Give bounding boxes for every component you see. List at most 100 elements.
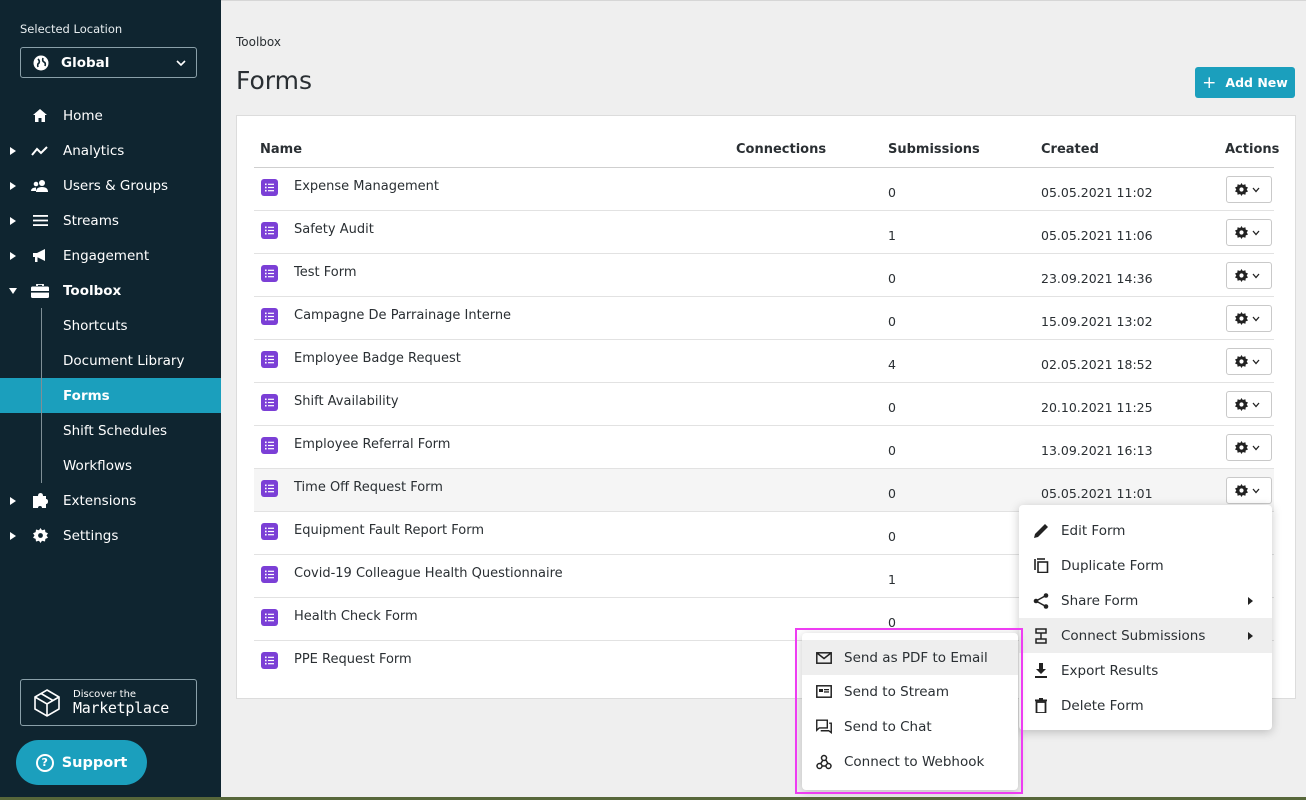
- menu-item-label: Export Results: [1061, 662, 1159, 679]
- menu-item-export-results[interactable]: Export Results: [1019, 653, 1272, 688]
- toolbox-icon: [31, 283, 49, 299]
- sidebar-item-label: Toolbox: [63, 282, 122, 299]
- actions-dropdown-button[interactable]: [1226, 348, 1272, 375]
- actions-dropdown-button[interactable]: [1226, 477, 1272, 504]
- table-row[interactable]: Campagne De Parrainage Interne 0 15.09.202…: [254, 297, 1274, 340]
- plus-icon: +: [1202, 72, 1217, 93]
- column-header-submissions[interactable]: Submissions: [888, 142, 980, 157]
- chevron-down-icon: [1252, 445, 1259, 450]
- submissions-count: 0: [888, 529, 896, 544]
- submissions-count: 0: [888, 486, 896, 501]
- cube-icon: [34, 688, 60, 717]
- column-header-name[interactable]: Name: [260, 142, 302, 157]
- sidebar-subitem-shift-schedules[interactable]: Shift Schedules: [0, 413, 221, 448]
- sidebar-item-home[interactable]: Home: [0, 98, 221, 133]
- form-name[interactable]: Safety Audit: [294, 222, 374, 237]
- menu-item-edit-form[interactable]: Edit Form: [1019, 513, 1272, 548]
- help-icon: ?: [35, 753, 54, 772]
- form-name[interactable]: Time Off Request Form: [294, 480, 443, 495]
- sidebar-item-streams[interactable]: Streams: [0, 203, 221, 238]
- location-select[interactable]: Global: [20, 47, 197, 78]
- form-name[interactable]: Shift Availability: [294, 394, 399, 409]
- add-new-button[interactable]: + Add New: [1195, 67, 1295, 98]
- form-name[interactable]: Equipment Fault Report Form: [294, 523, 484, 538]
- breadcrumb[interactable]: Toolbox: [236, 35, 281, 49]
- sidebar-subitem-label: Forms: [63, 387, 110, 404]
- sidebar-subitem-document-library[interactable]: Document Library: [0, 343, 221, 378]
- chevron-down-icon: [1252, 273, 1259, 278]
- page-title: Forms: [236, 66, 313, 95]
- caret-right-icon: [10, 146, 16, 155]
- sidebar-item-engagement[interactable]: Engagement: [0, 238, 221, 273]
- submenu-arrow-icon: [1248, 631, 1253, 640]
- actions-dropdown-button[interactable]: [1226, 305, 1272, 332]
- sidebar-item-settings[interactable]: Settings: [0, 518, 221, 553]
- column-header-connections[interactable]: Connections: [736, 142, 826, 157]
- form-name[interactable]: Covid-19 Colleague Health Questionnaire: [294, 566, 563, 581]
- actions-dropdown-button[interactable]: [1226, 262, 1272, 289]
- top-divider: [221, 0, 1306, 6]
- table-row[interactable]: Safety Audit 1 05.05.2021 11:06: [254, 211, 1274, 254]
- form-list-icon: [261, 179, 278, 196]
- sidebar-item-extensions[interactable]: Extensions: [0, 483, 221, 518]
- location-value: Global: [61, 54, 110, 71]
- form-name[interactable]: PPE Request Form: [294, 652, 412, 667]
- form-list-icon: [261, 609, 278, 626]
- marketplace-button[interactable]: Discover the Marketplace: [20, 679, 197, 726]
- sidebar-subitem-shortcuts[interactable]: Shortcuts: [0, 308, 221, 343]
- add-new-label: Add New: [1225, 75, 1288, 90]
- pencil-icon: [1033, 523, 1049, 539]
- column-header-created[interactable]: Created: [1041, 142, 1099, 157]
- sidebar-subitem-label: Document Library: [63, 352, 185, 369]
- sidebar-subitem-workflows[interactable]: Workflows: [0, 448, 221, 483]
- form-name[interactable]: Campagne De Parrainage Interne: [294, 308, 511, 323]
- actions-dropdown-button[interactable]: [1226, 391, 1272, 418]
- created-date: 23.09.2021 14:36: [1041, 271, 1153, 286]
- duplicate-icon: [1033, 558, 1049, 574]
- support-button[interactable]: ? Support: [16, 740, 147, 785]
- form-name[interactable]: Employee Referral Form: [294, 437, 450, 452]
- form-name[interactable]: Test Form: [294, 265, 356, 280]
- menu-item-duplicate-form[interactable]: Duplicate Form: [1019, 548, 1272, 583]
- caret-right-icon: [10, 531, 16, 540]
- menu-item-connect-submissions[interactable]: Connect Submissions: [1019, 618, 1272, 653]
- actions-dropdown-button[interactable]: [1226, 434, 1272, 461]
- table-row[interactable]: Employee Referral Form 0 13.09.2021 16:13: [254, 426, 1274, 469]
- created-date: 05.05.2021 11:06: [1041, 228, 1153, 243]
- actions-dropdown-button[interactable]: [1226, 219, 1272, 246]
- sidebar-item-label: Settings: [63, 527, 119, 544]
- sidebar-item-label: Extensions: [63, 492, 137, 509]
- menu-item-delete-form[interactable]: Delete Form: [1019, 688, 1272, 723]
- sidebar-subitem-forms[interactable]: Forms: [0, 378, 221, 413]
- submissions-count: 0: [888, 185, 896, 200]
- sidebar-item-analytics[interactable]: Analytics: [0, 133, 221, 168]
- sidebar-item-users-groups[interactable]: Users & Groups: [0, 168, 221, 203]
- menu-item-label: Duplicate Form: [1061, 557, 1164, 574]
- gear-icon: [1234, 355, 1248, 368]
- menu-item-label: Connect Submissions: [1061, 627, 1206, 644]
- table-row[interactable]: Test Form 0 23.09.2021 14:36: [254, 254, 1274, 297]
- table-header: Name Connections Submissions Created Act…: [254, 142, 1279, 168]
- submissions-count: 0: [888, 400, 896, 415]
- sidebar-item-label: Streams: [63, 212, 119, 229]
- table-row[interactable]: Employee Badge Request 4 02.05.2021 18:52: [254, 340, 1274, 383]
- sidebar-subitem-label: Workflows: [63, 457, 133, 474]
- form-name[interactable]: Employee Badge Request: [294, 351, 461, 366]
- form-list-icon: [261, 351, 278, 368]
- form-name[interactable]: Health Check Form: [294, 609, 418, 624]
- table-row[interactable]: Shift Availability 0 20.10.2021 11:25: [254, 383, 1274, 426]
- sidebar-item-toolbox[interactable]: Toolbox: [0, 273, 221, 308]
- form-actions-menu: Edit Form Duplicate Form Share Form Conn…: [1019, 505, 1272, 730]
- home-icon: [31, 108, 49, 124]
- sidebar-subitem-label: Shortcuts: [63, 317, 128, 334]
- actions-dropdown-button[interactable]: [1226, 176, 1272, 203]
- created-date: 20.10.2021 11:25: [1041, 400, 1153, 415]
- menu-item-share-form[interactable]: Share Form: [1019, 583, 1272, 618]
- table-row[interactable]: Expense Management 0 05.05.2021 11:02: [254, 168, 1274, 211]
- globe-icon: [33, 55, 49, 70]
- form-name[interactable]: Expense Management: [294, 179, 439, 194]
- submissions-count: 1: [888, 228, 896, 243]
- chevron-down-icon: [1252, 230, 1259, 235]
- form-list-icon: [261, 652, 278, 669]
- menu-item-label: Delete Form: [1061, 697, 1144, 714]
